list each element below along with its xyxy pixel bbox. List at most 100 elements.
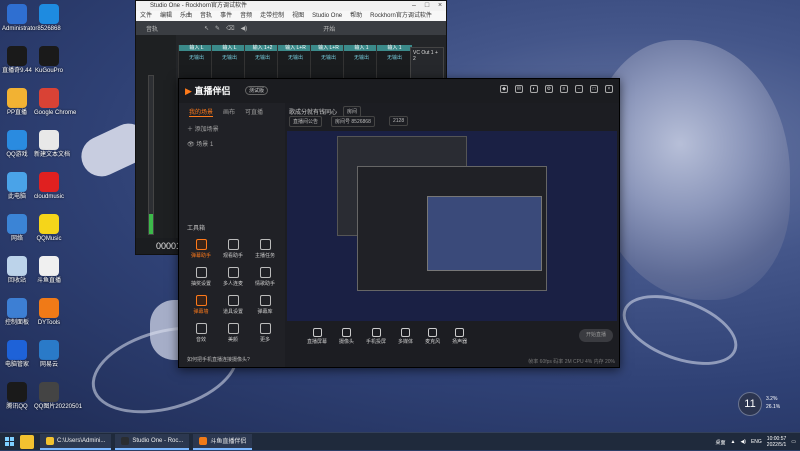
mixer-channel[interactable]: 输入 L+R 无输出	[277, 45, 313, 79]
toolbox-item[interactable]: 音效	[189, 323, 213, 343]
toolbox-item[interactable]: 抽奖设置	[189, 267, 213, 287]
studio-one-titlebar[interactable]: Studio One - Rockhorn官方调试软件 – □ ×	[136, 1, 446, 11]
speaker-tool-icon[interactable]: ◀)	[241, 25, 248, 32]
toolbox-item[interactable]: 多人连麦	[221, 267, 245, 287]
mixer-channel[interactable]: 输入 L 无输出	[211, 45, 247, 79]
taskbar-task[interactable]: Studio One - Roc...	[115, 433, 190, 450]
menu-item[interactable]: 乐曲	[180, 11, 192, 21]
desktop-icon[interactable]: 腾讯QQ	[2, 382, 32, 411]
room-chip-0[interactable]: 直播间公告	[289, 116, 323, 127]
desktop-icon[interactable]: 电脑管家	[2, 340, 32, 369]
mixer-channel[interactable]: 输入 L+R 无输出	[310, 45, 346, 79]
menu-item[interactable]: 走带控制	[260, 11, 284, 21]
toolbox-item[interactable]: 观看助手	[221, 239, 245, 259]
toolbox-item[interactable]: 美颜	[221, 323, 245, 343]
desktop-icon[interactable]: 回收站	[2, 256, 32, 285]
toolbox-item[interactable]: 道具设置	[221, 295, 245, 315]
gift-icon[interactable]: ◆	[500, 85, 508, 93]
menu-item[interactable]: 视图	[292, 11, 304, 21]
desktop-icon[interactable]: 网络	[2, 214, 32, 243]
pencil-tool-icon[interactable]: ✎	[215, 25, 220, 32]
desktop-icon[interactable]: 8526868	[34, 4, 64, 33]
scene-item[interactable]: 👁 场景 1	[179, 136, 285, 151]
source-control-button[interactable]: 手机投屏	[366, 327, 386, 345]
desktop-icon[interactable]: 斗鱼直播	[34, 256, 64, 285]
mixer-channel[interactable]: 输入 1 无输出	[376, 45, 412, 79]
desktop-icon[interactable]: 直播奇9.44	[2, 46, 32, 75]
taskbar-task[interactable]: C:\Users\Admini...	[40, 433, 112, 450]
desktop-icon[interactable]: 控制面板	[2, 298, 32, 327]
notification-icon[interactable]: ▭	[791, 439, 796, 445]
source-icon	[401, 327, 411, 337]
menu-item[interactable]: 音频	[240, 11, 252, 21]
desktop-label[interactable]: 桌面	[715, 439, 725, 446]
explorer-icon[interactable]	[20, 434, 34, 449]
start-button[interactable]: 开始	[323, 24, 335, 33]
volume-icon[interactable]: ◀)	[740, 439, 746, 445]
desktop-icon[interactable]: QQMusic	[34, 214, 64, 243]
desktop-icon[interactable]: Administrator	[2, 4, 37, 33]
menu-item[interactable]: 文件	[140, 11, 152, 21]
toolbox-item[interactable]: 弹幕库	[253, 295, 277, 315]
mixer-channel[interactable]: 输入 1 无输出	[343, 45, 379, 79]
skin-icon[interactable]: ◐	[530, 85, 538, 93]
close-button[interactable]: ×	[434, 1, 446, 11]
minimize-icon[interactable]: –	[575, 85, 583, 93]
toolbox-item[interactable]: 弹幕助手	[189, 239, 213, 259]
desktop-icon[interactable]: 网易云	[34, 340, 64, 369]
desktop-icon[interactable]: DYTools	[34, 298, 64, 327]
menu-item[interactable]: Studio One	[312, 11, 342, 21]
source-control-button[interactable]: 多媒体	[398, 327, 413, 345]
desktop-icon[interactable]: PP直播	[2, 88, 32, 117]
maximize-button[interactable]: □	[421, 1, 433, 11]
source-control-button[interactable]: 摄像头	[339, 327, 354, 345]
desktop-icon[interactable]: QQ游戏	[2, 130, 32, 159]
arrow-tool-icon[interactable]: ↖	[204, 25, 209, 32]
desktop-icon-label: QQMusic	[36, 236, 62, 242]
settings-icon[interactable]: ⚙	[545, 85, 553, 93]
mixer-channel[interactable]: 输入 L 无输出	[178, 45, 214, 79]
menu-item[interactable]: 编辑	[160, 11, 172, 21]
start-live-button[interactable]: 开始直播	[579, 329, 613, 342]
desktop-icon[interactable]: cloudmusic	[34, 172, 64, 201]
toolbox-item[interactable]: 情歌助手	[253, 267, 277, 287]
toolbox-item[interactable]: 更多	[253, 323, 277, 343]
tool-icon	[195, 323, 207, 334]
live-helper-window[interactable]: ▶ 直播伴侣 测试版 ◆ ✉ ◐ ⚙ ≡ – □ × 歌成分就有钱同心 房间 直…	[178, 78, 620, 368]
menu-icon[interactable]: ≡	[560, 85, 568, 93]
menu-item[interactable]: Rockhorn官方调试软件	[370, 11, 432, 21]
app-icon	[7, 172, 27, 192]
language-indicator[interactable]: ENG	[751, 439, 762, 445]
start-menu-button[interactable]	[0, 433, 18, 451]
desktop-icon[interactable]: 新建文本文档	[34, 130, 70, 159]
add-scene[interactable]: ＋ 添加场景	[179, 121, 285, 136]
source-control-button[interactable]: 麦克风	[425, 327, 440, 345]
desktop-icon[interactable]: QQ图片20220501	[34, 382, 82, 411]
menu-item[interactable]: 音轨	[200, 11, 212, 21]
source-control-button[interactable]: 扬声器	[452, 327, 467, 345]
desktop-icon[interactable]: KuGouPro	[34, 46, 64, 75]
source-control-button[interactable]: 直播屏幕	[307, 327, 327, 345]
help-tip[interactable]: 如何把手机直播连接摄像头?	[187, 356, 250, 363]
tab-my-scenes[interactable]: 我的场景	[189, 107, 214, 117]
weather-widget[interactable]: 11 3.2% 26.1%	[738, 392, 790, 420]
level-meter	[148, 75, 154, 235]
toolbox-item[interactable]: 弹幕墙	[189, 295, 213, 315]
maximize-icon[interactable]: □	[590, 85, 598, 93]
mail-icon[interactable]: ✉	[515, 85, 523, 93]
menu-item[interactable]: 事件	[220, 11, 232, 21]
eraser-tool-icon[interactable]: ⌫	[226, 25, 234, 32]
close-icon[interactable]: ×	[605, 85, 613, 93]
toolbox-item[interactable]: 主播任务	[253, 239, 277, 259]
menu-item[interactable]: 帮助	[350, 11, 362, 21]
tab-canvas[interactable]: 画布	[223, 107, 235, 117]
mixer-channel[interactable]: 输入 1+2 无输出	[244, 45, 280, 79]
tab-live[interactable]: 可直播	[245, 107, 263, 117]
minimize-button[interactable]: –	[408, 1, 420, 11]
taskbar-task[interactable]: 斗鱼直播伴侣	[193, 433, 253, 450]
desktop-icon[interactable]: 此电脑	[2, 172, 32, 201]
desktop-icon[interactable]: Google Chrome	[34, 88, 76, 117]
network-icon[interactable]: ▲	[730, 439, 735, 445]
system-tray: 桌面 ▲ ◀) ENG 10:00:57 2022/5/1 ▭	[715, 433, 796, 451]
clock[interactable]: 10:00:57 2022/5/1	[767, 436, 786, 448]
